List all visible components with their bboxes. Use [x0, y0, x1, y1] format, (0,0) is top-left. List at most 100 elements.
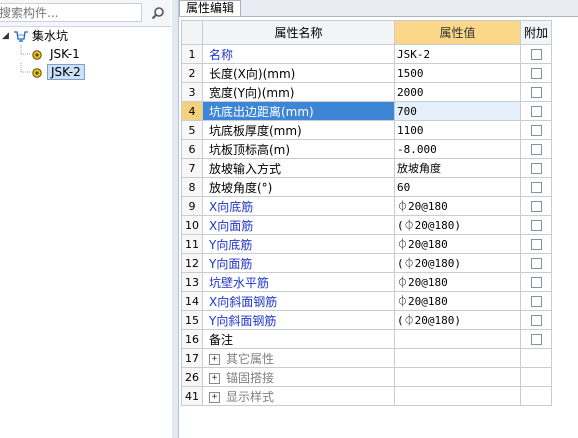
group-row[interactable]: 17 + 其它属性	[181, 348, 552, 368]
property-value[interactable]: (⏀20@180)	[394, 310, 521, 330]
collapse-icon[interactable]: ◢	[2, 27, 12, 45]
property-value[interactable]: ⏀20@180	[394, 234, 521, 254]
group-row[interactable]: 26 + 锚固搭接	[181, 367, 552, 387]
tab-property-edit[interactable]: 属性编辑	[179, 0, 242, 16]
group-row[interactable]: 41 + 显示样式	[181, 386, 552, 406]
search-button[interactable]	[148, 3, 168, 22]
tree-item-selected[interactable]: JSK-2	[0, 63, 170, 81]
checkbox-icon[interactable]	[530, 277, 542, 288]
property-name[interactable]: 坑底出边距离(mm)	[202, 101, 395, 121]
table-row[interactable]: 3 宽度(Y向)(mm) 2000	[181, 82, 552, 102]
extra-checkbox-cell[interactable]	[520, 291, 552, 311]
property-value[interactable]: -8.000	[394, 139, 521, 159]
checkbox-icon[interactable]	[530, 49, 542, 60]
search-input[interactable]	[0, 3, 142, 22]
table-row[interactable]: 16 备注	[181, 329, 552, 349]
property-name[interactable]: Y向斜面钢筋	[202, 310, 395, 330]
property-value[interactable]: JSK-2	[394, 44, 521, 64]
property-name[interactable]: 坑底板厚度(mm)	[202, 120, 395, 140]
property-name[interactable]: 备注	[202, 329, 395, 349]
property-value[interactable]: ⏀20@180	[394, 291, 521, 311]
property-name[interactable]: X向底筋	[202, 196, 395, 216]
checkbox-icon[interactable]	[530, 182, 542, 193]
checkbox-icon[interactable]	[530, 315, 542, 326]
checkbox-icon[interactable]	[530, 125, 542, 136]
table-row[interactable]: 11 Y向底筋 ⏀20@180	[181, 234, 552, 254]
expand-icon[interactable]: +	[209, 372, 220, 384]
table-row[interactable]: 14 X向斜面钢筋 ⏀20@180	[181, 291, 552, 311]
property-value[interactable]: ⏀20@180	[394, 272, 521, 292]
group-name-cell[interactable]: + 锚固搭接	[202, 367, 395, 387]
property-name[interactable]: X向面筋	[202, 215, 395, 235]
checkbox-icon[interactable]	[530, 334, 542, 345]
extra-checkbox-cell[interactable]	[520, 310, 552, 330]
property-value[interactable]: 1100	[394, 120, 521, 140]
extra-checkbox-cell[interactable]	[520, 139, 552, 159]
extra-checkbox-cell[interactable]	[520, 234, 552, 254]
extra-checkbox-cell[interactable]	[520, 120, 552, 140]
header-extra[interactable]: 附加	[520, 20, 552, 45]
checkbox-icon[interactable]	[530, 220, 542, 231]
table-row[interactable]: 8 放坡角度(°) 60	[181, 177, 552, 197]
checkbox-icon[interactable]	[530, 239, 542, 250]
checkbox-icon[interactable]	[530, 296, 542, 307]
tree-item[interactable]: JSK-1	[0, 45, 170, 63]
panel-splitter[interactable]	[172, 0, 179, 438]
property-name[interactable]: 放坡角度(°)	[202, 177, 395, 197]
extra-checkbox-cell[interactable]	[520, 158, 552, 178]
property-name[interactable]: 放坡输入方式	[202, 158, 395, 178]
extra-checkbox-cell[interactable]	[520, 272, 552, 292]
table-row[interactable]: 12 Y向面筋 (⏀20@180)	[181, 253, 552, 273]
table-row[interactable]: 15 Y向斜面钢筋 (⏀20@180)	[181, 310, 552, 330]
table-row[interactable]: 9 X向底筋 ⏀20@180	[181, 196, 552, 216]
group-name-cell[interactable]: + 显示样式	[202, 386, 395, 406]
table-row[interactable]: 5 坑底板厚度(mm) 1100	[181, 120, 552, 140]
checkbox-icon[interactable]	[530, 201, 542, 212]
property-value[interactable]: (⏀20@180)	[394, 253, 521, 273]
extra-checkbox-cell[interactable]	[520, 177, 552, 197]
extra-checkbox-cell[interactable]	[520, 253, 552, 273]
property-name[interactable]: Y向底筋	[202, 234, 395, 254]
property-name[interactable]: 宽度(Y向)(mm)	[202, 82, 395, 102]
table-row[interactable]: 1 名称 JSK-2	[181, 44, 552, 64]
group-name-cell[interactable]: + 其它属性	[202, 348, 395, 368]
property-value[interactable]: 700	[394, 101, 521, 121]
header-name[interactable]: 属性名称	[202, 20, 395, 45]
property-value[interactable]: 60	[394, 177, 521, 197]
table-row[interactable]: 13 坑壁水平筋 ⏀20@180	[181, 272, 552, 292]
extra-checkbox-cell[interactable]	[520, 196, 552, 216]
extra-checkbox-cell[interactable]	[520, 82, 552, 102]
property-value[interactable]: ⏀20@180	[394, 196, 521, 216]
checkbox-icon[interactable]	[530, 258, 542, 269]
property-value[interactable]: 1500	[394, 63, 521, 83]
expand-icon[interactable]: +	[209, 353, 220, 365]
property-value[interactable]: 放坡角度	[394, 158, 521, 178]
checkbox-icon[interactable]	[530, 87, 542, 98]
expand-icon[interactable]: +	[209, 391, 220, 403]
property-value[interactable]: 2000	[394, 82, 521, 102]
property-name[interactable]: Y向面筋	[202, 253, 395, 273]
property-name[interactable]: 坑板顶标高(m)	[202, 139, 395, 159]
property-name[interactable]: 长度(X向)(mm)	[202, 63, 395, 83]
table-row[interactable]: 6 坑板顶标高(m) -8.000	[181, 139, 552, 159]
extra-checkbox-cell[interactable]	[520, 63, 552, 83]
extra-checkbox-cell[interactable]	[520, 329, 552, 349]
tree-root[interactable]: ◢ 集水坑	[0, 27, 170, 45]
property-name[interactable]: 坑壁水平筋	[202, 272, 395, 292]
extra-checkbox-cell[interactable]	[520, 215, 552, 235]
table-row[interactable]: 7 放坡输入方式 放坡角度	[181, 158, 552, 178]
table-row[interactable]: 10 X向面筋 (⏀20@180)	[181, 215, 552, 235]
property-value[interactable]	[394, 329, 521, 349]
checkbox-icon[interactable]	[530, 106, 542, 117]
property-name[interactable]: X向斜面钢筋	[202, 291, 395, 311]
checkbox-icon[interactable]	[530, 163, 542, 174]
checkbox-icon[interactable]	[530, 68, 542, 79]
extra-checkbox-cell[interactable]	[520, 101, 552, 121]
table-row[interactable]: 4 坑底出边距离(mm) 700	[181, 101, 552, 121]
property-value[interactable]: (⏀20@180)	[394, 215, 521, 235]
checkbox-icon[interactable]	[530, 144, 542, 155]
header-value[interactable]: 属性值	[394, 20, 521, 45]
table-row[interactable]: 2 长度(X向)(mm) 1500	[181, 63, 552, 83]
extra-checkbox-cell[interactable]	[520, 44, 552, 64]
property-name[interactable]: 名称	[202, 44, 395, 64]
